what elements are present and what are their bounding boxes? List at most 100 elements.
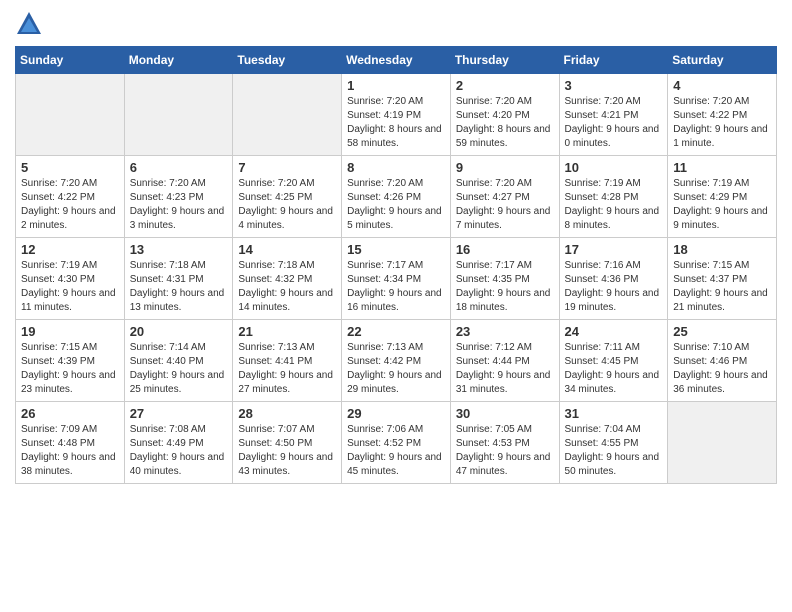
calendar-cell: 17 Sunrise: 7:16 AM Sunset: 4:36 PM Dayli… <box>559 238 668 320</box>
calendar-cell: 22 Sunrise: 7:13 AM Sunset: 4:42 PM Dayli… <box>342 320 451 402</box>
week-row-1: 1 Sunrise: 7:20 AM Sunset: 4:19 PM Daylig… <box>16 74 777 156</box>
cell-content: Sunrise: 7:17 AM Sunset: 4:34 PM Dayligh… <box>347 259 445 315</box>
cell-content: Sunrise: 7:20 AM Sunset: 4:23 PM Dayligh… <box>130 177 228 233</box>
weekday-header-thursday: Thursday <box>450 47 559 74</box>
day-number: 26 <box>21 406 119 421</box>
day-number: 15 <box>347 242 445 257</box>
day-number: 19 <box>21 324 119 339</box>
day-number: 6 <box>130 160 228 175</box>
day-number: 18 <box>673 242 771 257</box>
day-number: 23 <box>456 324 554 339</box>
cell-content: Sunrise: 7:12 AM Sunset: 4:44 PM Dayligh… <box>456 341 554 397</box>
cell-content: Sunrise: 7:13 AM Sunset: 4:42 PM Dayligh… <box>347 341 445 397</box>
cell-content: Sunrise: 7:04 AM Sunset: 4:55 PM Dayligh… <box>565 423 663 479</box>
calendar-cell: 4 Sunrise: 7:20 AM Sunset: 4:22 PM Daylig… <box>668 74 777 156</box>
calendar-cell: 1 Sunrise: 7:20 AM Sunset: 4:19 PM Daylig… <box>342 74 451 156</box>
calendar-cell: 27 Sunrise: 7:08 AM Sunset: 4:49 PM Dayli… <box>124 402 233 484</box>
calendar-cell <box>124 74 233 156</box>
calendar-cell: 21 Sunrise: 7:13 AM Sunset: 4:41 PM Dayli… <box>233 320 342 402</box>
weekday-header-friday: Friday <box>559 47 668 74</box>
calendar-cell: 30 Sunrise: 7:05 AM Sunset: 4:53 PM Dayli… <box>450 402 559 484</box>
day-number: 2 <box>456 78 554 93</box>
week-row-3: 12 Sunrise: 7:19 AM Sunset: 4:30 PM Dayli… <box>16 238 777 320</box>
cell-content: Sunrise: 7:18 AM Sunset: 4:31 PM Dayligh… <box>130 259 228 315</box>
day-number: 12 <box>21 242 119 257</box>
weekday-header-row: SundayMondayTuesdayWednesdayThursdayFrid… <box>16 47 777 74</box>
cell-content: Sunrise: 7:20 AM Sunset: 4:26 PM Dayligh… <box>347 177 445 233</box>
calendar-cell <box>233 74 342 156</box>
day-number: 4 <box>673 78 771 93</box>
calendar-cell: 24 Sunrise: 7:11 AM Sunset: 4:45 PM Dayli… <box>559 320 668 402</box>
cell-content: Sunrise: 7:18 AM Sunset: 4:32 PM Dayligh… <box>238 259 336 315</box>
cell-content: Sunrise: 7:07 AM Sunset: 4:50 PM Dayligh… <box>238 423 336 479</box>
calendar-cell: 9Sunrise: 7:20 AM Sunset: 4:27 PM Daylig… <box>450 156 559 238</box>
day-number: 1 <box>347 78 445 93</box>
cell-content: Sunrise: 7:06 AM Sunset: 4:52 PM Dayligh… <box>347 423 445 479</box>
cell-content: Sunrise: 7:15 AM Sunset: 4:37 PM Dayligh… <box>673 259 771 315</box>
day-number: 16 <box>456 242 554 257</box>
day-number: 28 <box>238 406 336 421</box>
day-number: 29 <box>347 406 445 421</box>
week-row-5: 26 Sunrise: 7:09 AM Sunset: 4:48 PM Dayli… <box>16 402 777 484</box>
day-number: 10 <box>565 160 663 175</box>
calendar-cell: 16 Sunrise: 7:17 AM Sunset: 4:35 PM Dayli… <box>450 238 559 320</box>
cell-content: Sunrise: 7:20 AM Sunset: 4:19 PM Dayligh… <box>347 95 445 151</box>
calendar-cell: 5Sunrise: 7:20 AM Sunset: 4:22 PM Daylig… <box>16 156 125 238</box>
calendar-cell: 14 Sunrise: 7:18 AM Sunset: 4:32 PM Dayli… <box>233 238 342 320</box>
calendar-cell: 28 Sunrise: 7:07 AM Sunset: 4:50 PM Dayli… <box>233 402 342 484</box>
day-number: 7 <box>238 160 336 175</box>
calendar-cell <box>16 74 125 156</box>
cell-content: Sunrise: 7:14 AM Sunset: 4:40 PM Dayligh… <box>130 341 228 397</box>
day-number: 8 <box>347 160 445 175</box>
calendar-cell: 8 Sunrise: 7:20 AM Sunset: 4:26 PM Daylig… <box>342 156 451 238</box>
day-number: 24 <box>565 324 663 339</box>
cell-content: Sunrise: 7:05 AM Sunset: 4:53 PM Dayligh… <box>456 423 554 479</box>
cell-content: Sunrise: 7:08 AM Sunset: 4:49 PM Dayligh… <box>130 423 228 479</box>
cell-content: Sunrise: 7:20 AM Sunset: 4:25 PM Dayligh… <box>238 177 336 233</box>
calendar-cell: 6 Sunrise: 7:20 AM Sunset: 4:23 PM Daylig… <box>124 156 233 238</box>
cell-content: Sunrise: 7:09 AM Sunset: 4:48 PM Dayligh… <box>21 423 119 479</box>
day-number: 22 <box>347 324 445 339</box>
weekday-header-monday: Monday <box>124 47 233 74</box>
cell-content: Sunrise: 7:17 AM Sunset: 4:35 PM Dayligh… <box>456 259 554 315</box>
cell-content: Sunrise: 7:20 AM Sunset: 4:22 PM Dayligh… <box>21 177 119 233</box>
weekday-header-tuesday: Tuesday <box>233 47 342 74</box>
week-row-2: 5Sunrise: 7:20 AM Sunset: 4:22 PM Daylig… <box>16 156 777 238</box>
cell-content: Sunrise: 7:11 AM Sunset: 4:45 PM Dayligh… <box>565 341 663 397</box>
day-number: 30 <box>456 406 554 421</box>
calendar-cell <box>668 402 777 484</box>
cell-content: Sunrise: 7:20 AM Sunset: 4:27 PM Dayligh… <box>456 177 554 233</box>
calendar-cell: 23 Sunrise: 7:12 AM Sunset: 4:44 PM Dayli… <box>450 320 559 402</box>
day-number: 3 <box>565 78 663 93</box>
cell-content: Sunrise: 7:19 AM Sunset: 4:28 PM Dayligh… <box>565 177 663 233</box>
cell-content: Sunrise: 7:19 AM Sunset: 4:30 PM Dayligh… <box>21 259 119 315</box>
cell-content: Sunrise: 7:13 AM Sunset: 4:41 PM Dayligh… <box>238 341 336 397</box>
calendar-cell: 19 Sunrise: 7:15 AM Sunset: 4:39 PM Dayli… <box>16 320 125 402</box>
calendar-cell: 2 Sunrise: 7:20 AM Sunset: 4:20 PM Daylig… <box>450 74 559 156</box>
calendar-cell: 26 Sunrise: 7:09 AM Sunset: 4:48 PM Dayli… <box>16 402 125 484</box>
header <box>15 10 777 38</box>
cell-content: Sunrise: 7:10 AM Sunset: 4:46 PM Dayligh… <box>673 341 771 397</box>
cell-content: Sunrise: 7:15 AM Sunset: 4:39 PM Dayligh… <box>21 341 119 397</box>
logo-icon <box>15 10 43 38</box>
cell-content: Sunrise: 7:16 AM Sunset: 4:36 PM Dayligh… <box>565 259 663 315</box>
day-number: 14 <box>238 242 336 257</box>
day-number: 11 <box>673 160 771 175</box>
calendar-cell: 3 Sunrise: 7:20 AM Sunset: 4:21 PM Daylig… <box>559 74 668 156</box>
cell-content: Sunrise: 7:20 AM Sunset: 4:22 PM Dayligh… <box>673 95 771 151</box>
day-number: 13 <box>130 242 228 257</box>
cell-content: Sunrise: 7:20 AM Sunset: 4:21 PM Dayligh… <box>565 95 663 151</box>
day-number: 31 <box>565 406 663 421</box>
calendar-cell: 18 Sunrise: 7:15 AM Sunset: 4:37 PM Dayli… <box>668 238 777 320</box>
calendar-cell: 11Sunrise: 7:19 AM Sunset: 4:29 PM Dayli… <box>668 156 777 238</box>
calendar-cell: 31 Sunrise: 7:04 AM Sunset: 4:55 PM Dayli… <box>559 402 668 484</box>
calendar-cell: 20Sunrise: 7:14 AM Sunset: 4:40 PM Dayli… <box>124 320 233 402</box>
cell-content: Sunrise: 7:20 AM Sunset: 4:20 PM Dayligh… <box>456 95 554 151</box>
calendar-cell: 29 Sunrise: 7:06 AM Sunset: 4:52 PM Dayli… <box>342 402 451 484</box>
day-number: 21 <box>238 324 336 339</box>
calendar-cell: 10 Sunrise: 7:19 AM Sunset: 4:28 PM Dayli… <box>559 156 668 238</box>
weekday-header-saturday: Saturday <box>668 47 777 74</box>
day-number: 27 <box>130 406 228 421</box>
day-number: 17 <box>565 242 663 257</box>
week-row-4: 19 Sunrise: 7:15 AM Sunset: 4:39 PM Dayli… <box>16 320 777 402</box>
